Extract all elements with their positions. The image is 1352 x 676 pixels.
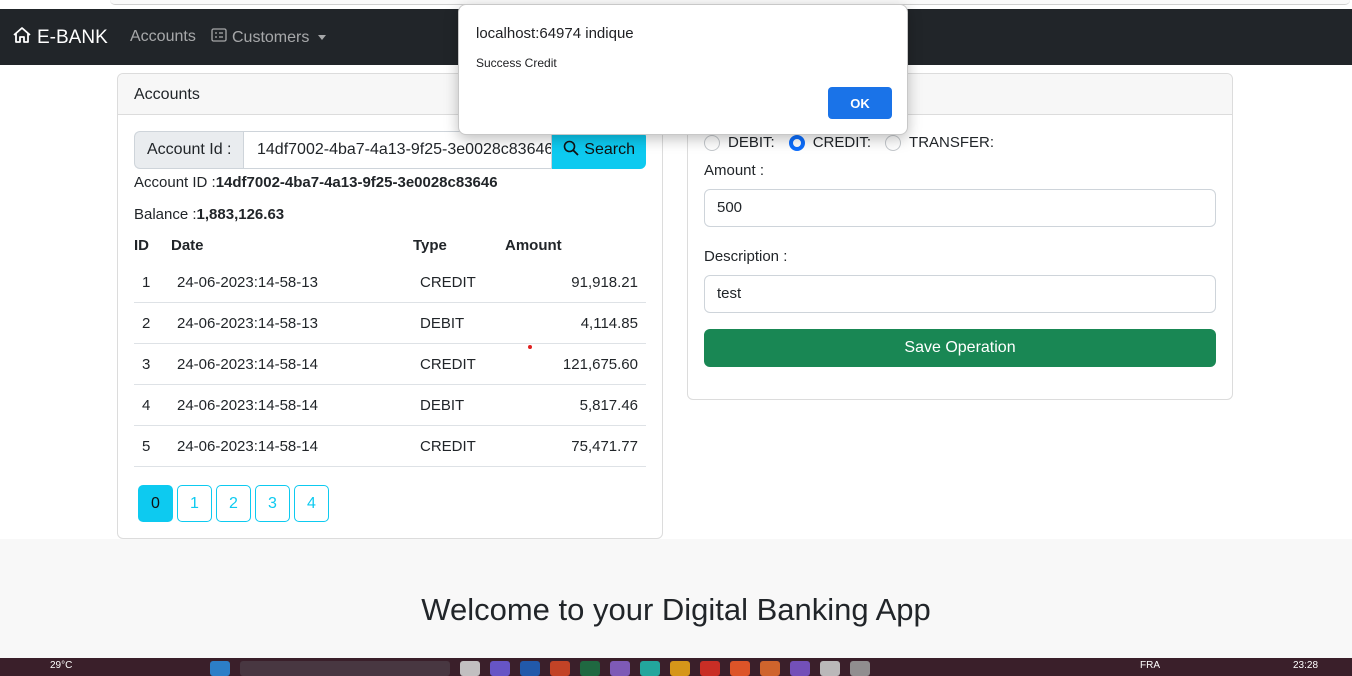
cell-type: DEBIT [413, 384, 505, 426]
visual-studio-icon[interactable] [610, 661, 630, 676]
search-button[interactable]: Search [552, 131, 646, 169]
table-header-row: ID Date Type Amount [134, 235, 646, 261]
description-label: Description : [704, 248, 788, 265]
account-id-label: Account ID : [134, 174, 216, 191]
cell-id: 5 [134, 425, 171, 467]
excel-icon[interactable] [580, 661, 600, 676]
cell-date: 24-06-2023:14-58-13 [171, 302, 413, 344]
alert-title: localhost:64974 indique [476, 25, 634, 42]
balance-value: 1,883,126.63 [196, 206, 285, 223]
table-row: 5 24-06-2023:14-58-14 CREDIT 75,471.77 [134, 425, 646, 467]
account-id-input-label: Account Id : [134, 131, 243, 169]
table-row: 3 24-06-2023:14-58-14 CREDIT 121,675.60 [134, 343, 646, 385]
weather-temperature[interactable]: 29°C [50, 660, 72, 671]
save-operation-button[interactable]: Save Operation [704, 329, 1216, 367]
clock[interactable]: 23:28 [1293, 660, 1318, 671]
balance-label: Balance : [134, 206, 197, 223]
operation-type-radios: DEBIT: CREDIT: TRANSFER: [704, 134, 1008, 151]
search-icon [563, 140, 579, 161]
search-button-label: Search [584, 141, 635, 158]
caret-down-icon [318, 35, 327, 40]
cell-amount: 75,471.77 [505, 425, 646, 467]
page-button-4[interactable]: 4 [294, 485, 329, 522]
cell-amount: 121,675.60 [505, 343, 646, 385]
table-row: 1 24-06-2023:14-58-13 CREDIT 91,918.21 [134, 261, 646, 303]
table-row: 4 24-06-2023:14-58-14 DEBIT 5,817.46 [134, 384, 646, 426]
card-list-icon [211, 28, 227, 47]
home-icon [12, 25, 32, 51]
welcome-heading: Welcome to your Digital Banking App [421, 592, 931, 627]
word-icon[interactable] [520, 661, 540, 676]
column-header-id: ID [134, 237, 149, 254]
folder-icon[interactable] [670, 661, 690, 676]
app-icon[interactable] [730, 661, 750, 676]
cell-type: CREDIT [413, 261, 505, 303]
brand[interactable]: E-BANK [12, 25, 108, 51]
cell-type: CREDIT [413, 343, 505, 385]
radio-debit-label: DEBIT: [728, 134, 775, 151]
cell-amount: 4,114.85 [505, 302, 646, 344]
radio-debit[interactable] [704, 134, 720, 151]
cell-date: 24-06-2023:14-58-14 [171, 384, 413, 426]
radio-credit-label: CREDIT: [812, 134, 872, 151]
page-button-3[interactable]: 3 [255, 485, 290, 522]
nav-customers-dropdown[interactable]: Customers [211, 28, 327, 47]
cell-id: 1 [134, 261, 171, 303]
account-id-value: 14df7002-4ba7-4a13-9f25-3e0028c83646 [215, 174, 498, 191]
nav-customers-label: Customers [232, 28, 310, 46]
cell-amount: 5,817.46 [505, 384, 646, 426]
radio-transfer[interactable] [885, 134, 902, 151]
radio-credit[interactable] [788, 134, 805, 151]
accounts-card: Accounts Account Id : 14df7002-4ba7-4a13… [117, 73, 663, 539]
brand-label: E-BANK [37, 27, 108, 48]
alert-message: Success Credit [476, 56, 557, 70]
cell-date: 24-06-2023:14-58-13 [171, 261, 413, 303]
column-header-type: Type [413, 237, 447, 254]
powerpoint-icon[interactable] [550, 661, 570, 676]
amount-input[interactable]: 500 [704, 189, 1216, 227]
account-id-line: Account ID :14df7002-4ba7-4a13-9f25-3e00… [134, 174, 498, 191]
column-header-date: Date [171, 237, 204, 254]
stray-dot [528, 345, 532, 349]
page-button-1[interactable]: 1 [177, 485, 212, 522]
cell-id: 2 [134, 302, 171, 344]
taskbar-search-box[interactable] [240, 661, 450, 676]
table-row: 2 24-06-2023:14-58-13 DEBIT 4,114.85 [134, 302, 646, 344]
nav-accounts[interactable]: Accounts [130, 28, 196, 46]
page-button-2[interactable]: 2 [216, 485, 251, 522]
alert-ok-button[interactable]: OK [828, 87, 892, 119]
file-icon[interactable] [460, 661, 480, 676]
cell-date: 24-06-2023:14-58-14 [171, 425, 413, 467]
cell-type: DEBIT [413, 302, 505, 344]
app-icon[interactable] [850, 661, 870, 676]
amount-label: Amount : [704, 162, 765, 179]
nav-accounts-label: Accounts [130, 28, 196, 45]
windows-start-icon[interactable] [210, 661, 230, 676]
cell-amount: 91,918.21 [505, 261, 646, 303]
alert-dialog: localhost:64974 indique Success Credit O… [458, 4, 908, 135]
app-icon[interactable] [820, 661, 840, 676]
app-icon[interactable] [790, 661, 810, 676]
app-icon[interactable] [490, 661, 510, 676]
column-header-amount: Amount [505, 237, 562, 254]
os-taskbar: 29°C FRA 23:28 [0, 658, 1352, 676]
cell-id: 4 [134, 384, 171, 426]
chrome-icon[interactable] [700, 661, 720, 676]
app-icon[interactable] [760, 661, 780, 676]
account-search-group: Account Id : 14df7002-4ba7-4a13-9f25-3e0… [134, 131, 646, 169]
operations-table: ID Date Type Amount 1 24-06-2023:14-58-1… [134, 235, 646, 467]
app-icon[interactable] [640, 661, 660, 676]
cell-type: CREDIT [413, 425, 505, 467]
page-button-0[interactable]: 0 [138, 485, 173, 522]
balance-line: Balance :1,883,126.63 [134, 206, 284, 223]
language-indicator[interactable]: FRA [1140, 660, 1160, 671]
radio-transfer-label: TRANSFER: [909, 134, 995, 151]
pagination: 0 1 2 3 4 [138, 485, 329, 522]
taskbar-apps [210, 661, 870, 676]
account-id-input[interactable]: 14df7002-4ba7-4a13-9f25-3e0028c83646 [243, 131, 553, 169]
footer: Welcome to your Digital Banking App [0, 539, 1352, 660]
description-input[interactable]: test [704, 275, 1216, 313]
cell-date: 24-06-2023:14-58-14 [171, 343, 413, 385]
cell-id: 3 [134, 343, 171, 385]
